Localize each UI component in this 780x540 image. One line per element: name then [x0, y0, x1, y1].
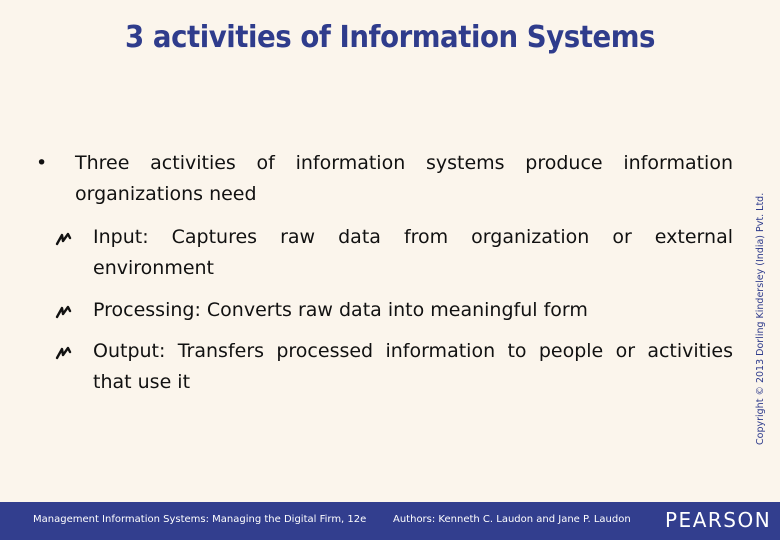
copyright-notice: Copyright © 2013 Dorling Kindersley (Ind…: [755, 192, 766, 445]
footer-book-title: Management Information Systems: Managing…: [33, 514, 367, 525]
footer-bar: Management Information Systems: Managing…: [0, 502, 780, 540]
squiggle-arrow-icon: [55, 232, 72, 246]
slide-title: 3 activities of Information Systems: [125, 20, 655, 55]
squiggle-arrow-icon: [55, 346, 72, 360]
bullet-marker: •: [36, 152, 48, 174]
footer-authors: Authors: Kenneth C. Laudon and Jane P. L…: [393, 514, 631, 525]
main-bullet-text: Three activities of information systems …: [75, 152, 733, 205]
pearson-logo: PEARSON: [665, 508, 772, 532]
sub-bullet-output: Output: Transfers processed information …: [93, 340, 733, 393]
sub-bullet-processing: Processing: Converts raw data into meani…: [93, 299, 588, 321]
squiggle-arrow-icon: [55, 305, 72, 319]
sub-bullet-input: Input: Captures raw data from organizati…: [93, 226, 733, 279]
